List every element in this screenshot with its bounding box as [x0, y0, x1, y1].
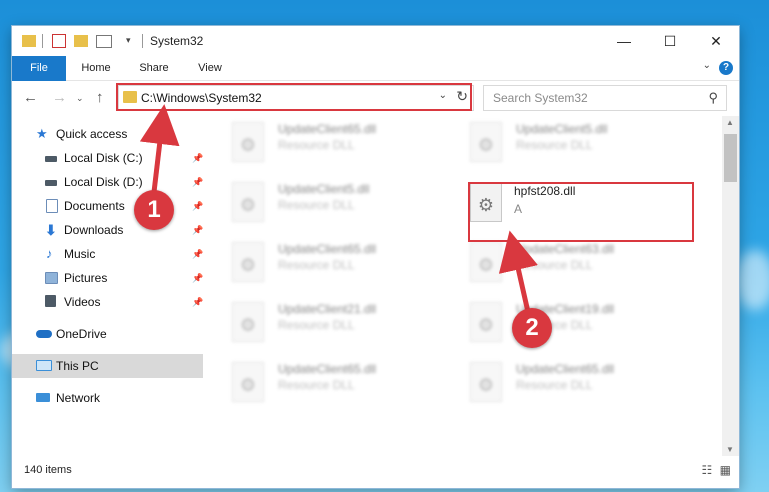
arrow-to-target-file — [498, 230, 538, 313]
step-2-badge: 2 — [512, 308, 552, 348]
annotation-arrows — [139, 104, 538, 313]
arrow-to-address-bar — [139, 104, 180, 193]
step-1-badge: 1 — [134, 190, 174, 230]
